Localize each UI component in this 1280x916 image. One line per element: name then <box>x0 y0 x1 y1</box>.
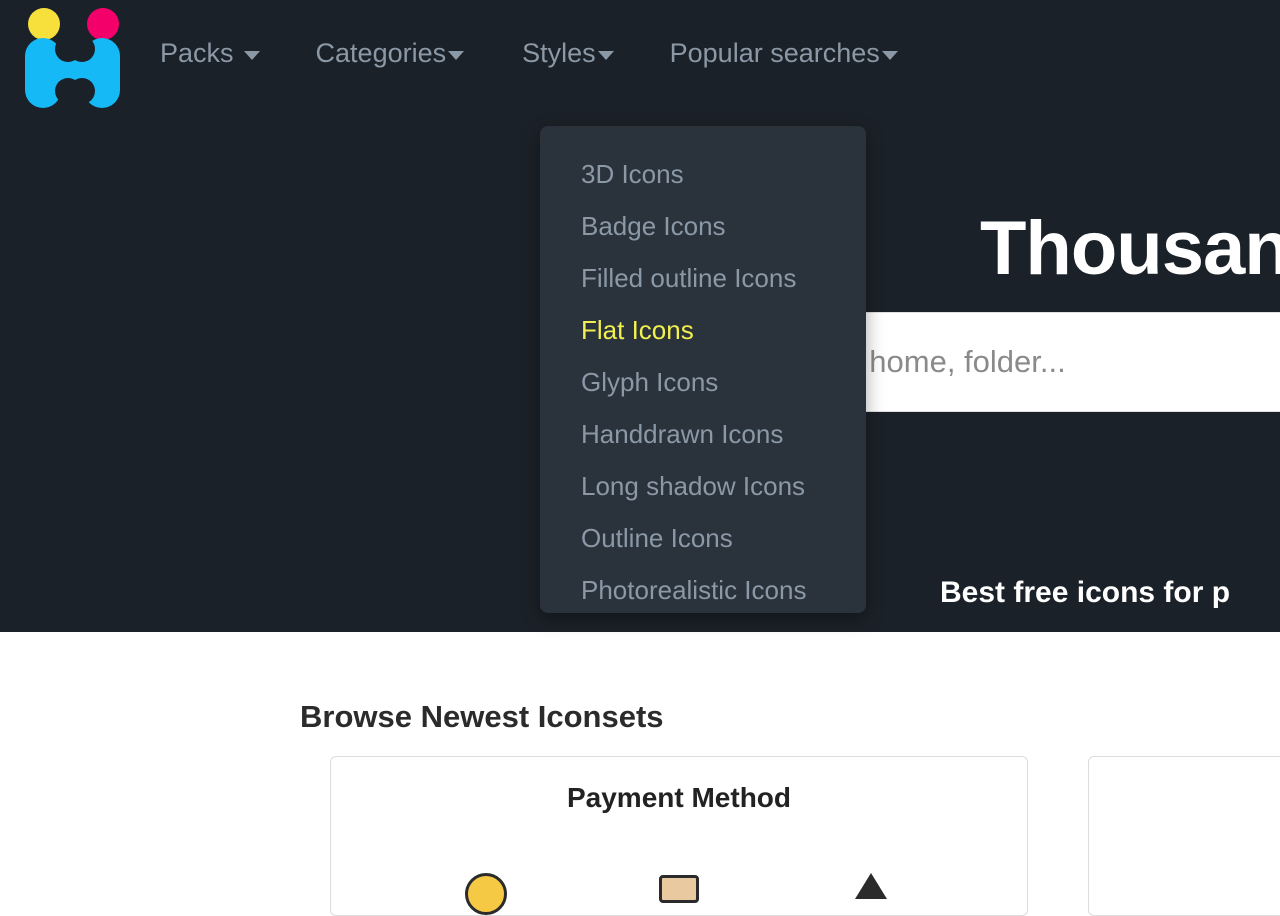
nav-item-packs-label: Packs <box>160 40 234 67</box>
section-title-browse-newest-iconsets: Browse Newest Iconsets <box>300 699 664 735</box>
dropdown-item-long-shadow-icons[interactable]: Long shadow Icons <box>540 460 866 512</box>
iconset-card-title: Payment Method <box>331 782 1027 814</box>
styles-dropdown-menu: 3D Icons Badge Icons Filled outline Icon… <box>540 126 866 613</box>
credit-card-icon <box>657 867 701 911</box>
iconset-card-payment-method[interactable]: Payment Method <box>330 756 1028 916</box>
site-logo[interactable] <box>25 8 125 108</box>
hero-title: Thousan <box>980 205 1280 292</box>
dropdown-item-label: Flat Icons <box>581 315 694 346</box>
iconset-card-second[interactable] <box>1088 756 1280 916</box>
logo-notch-top-right <box>69 36 95 62</box>
dropdown-item-label: 3D Icons <box>581 159 684 190</box>
dropdown-item-badge-icons[interactable]: Badge Icons <box>540 200 866 252</box>
nav-item-popular-searches-label: Popular searches <box>670 40 880 67</box>
logo-dot-pink-icon <box>87 8 119 40</box>
dropdown-item-flat-icons[interactable]: Flat Icons <box>540 304 866 356</box>
chevron-down-icon <box>244 51 260 60</box>
dropdown-item-glyph-icons[interactable]: Glyph Icons <box>540 356 866 408</box>
nav-item-styles-label: Styles <box>522 40 596 67</box>
dropdown-item-label: Outline Icons <box>581 523 733 554</box>
dropdown-item-3d-icons[interactable]: 3D Icons <box>540 148 866 200</box>
dropdown-item-label: Glyph Icons <box>581 367 718 398</box>
dropdown-item-photorealistic-icons[interactable]: Photorealistic Icons <box>540 564 866 616</box>
nav-item-categories-label: Categories <box>316 40 447 67</box>
dropdown-item-label: Handdrawn Icons <box>581 419 783 450</box>
logo-dot-yellow-icon <box>28 8 60 40</box>
iconset-card-preview-icons <box>331 867 1027 911</box>
chevron-down-icon <box>882 51 898 60</box>
content-section: Browse Newest Iconsets Payment Method <box>0 632 1280 880</box>
dropdown-item-label: Badge Icons <box>581 211 726 242</box>
dropdown-item-filled-outline-icons[interactable]: Filled outline Icons <box>540 252 866 304</box>
nav-item-popular-searches[interactable]: Popular searches <box>670 40 898 67</box>
coin-icon <box>465 867 509 911</box>
logo-notch-bottom-right <box>69 78 95 104</box>
dropdown-item-label: Filled outline Icons <box>581 263 796 294</box>
arrow-up-icon <box>849 867 893 911</box>
hero-tagline: Best free icons for p <box>940 576 1230 610</box>
dropdown-item-label: Long shadow Icons <box>581 471 805 502</box>
chevron-down-icon <box>598 51 614 60</box>
nav-item-styles[interactable]: Styles <box>522 40 614 67</box>
main-navigation: Packs Categories Styles Popular searches <box>160 40 898 67</box>
chevron-down-icon <box>448 51 464 60</box>
dropdown-item-label: Photorealistic Icons <box>581 575 806 606</box>
nav-item-categories[interactable]: Categories <box>316 40 465 67</box>
dropdown-item-handdrawn-icons[interactable]: Handdrawn Icons <box>540 408 866 460</box>
nav-item-packs[interactable]: Packs <box>160 40 260 67</box>
dropdown-item-outline-icons[interactable]: Outline Icons <box>540 512 866 564</box>
hero-section: Packs Categories Styles Popular searches… <box>0 0 1280 632</box>
